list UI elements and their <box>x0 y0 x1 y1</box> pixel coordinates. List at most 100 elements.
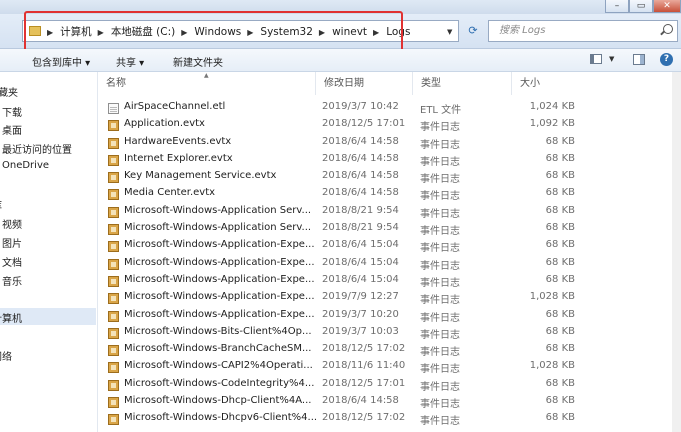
file-size: 68 KB <box>545 343 575 355</box>
file-type: 事件日志 <box>420 329 460 341</box>
file-type: 事件日志 <box>420 156 460 168</box>
file-modified-date: 2018/6/4 14:58 <box>322 152 399 164</box>
file-name: Microsoft-Windows-CAPI2%4Operati... <box>124 360 313 372</box>
file-modified-date: 2018/6/4 14:58 <box>322 187 399 199</box>
column-header-modified[interactable]: 修改日期 <box>316 72 413 95</box>
file-size: 68 KB <box>545 256 575 268</box>
view-options-icon[interactable] <box>590 54 602 64</box>
file-size: 68 KB <box>545 239 575 251</box>
search-icon[interactable] <box>663 24 673 34</box>
file-name: Microsoft-Windows-Bits-Client%4Op... <box>124 325 312 337</box>
event-log-icon <box>108 172 119 184</box>
nav-item-music[interactable]: 音乐 <box>2 273 22 288</box>
new-folder-button[interactable]: 新建文件夹 <box>173 54 223 69</box>
include-in-library-button[interactable]: 包含到库中 ▾ <box>32 54 90 69</box>
file-size: 68 KB <box>545 170 575 182</box>
file-size: 68 KB <box>545 204 575 216</box>
file-modified-date: 2019/7/9 12:27 <box>322 291 399 303</box>
file-row[interactable]: HardwareEvents.evtx 2018/6/4 14:58 事件日志 68 … <box>98 135 681 152</box>
file-name: AirSpaceChannel.etl <box>124 101 226 112</box>
nav-item-recent[interactable]: 最近访问的位置 <box>2 141 72 156</box>
file-modified-date: 2018/12/5 17:01 <box>322 377 406 389</box>
event-log-icon <box>108 345 119 357</box>
file-row[interactable]: Microsoft-Windows-Application-Expe... 201… <box>98 256 681 273</box>
maximize-button[interactable]: ▭ <box>629 0 653 13</box>
column-header-type[interactable]: 类型 <box>413 72 512 95</box>
event-log-icon <box>108 154 119 166</box>
file-row[interactable]: AirSpaceChannel.etl 2019/3/7 10:42 ETL 文件 1… <box>98 100 681 117</box>
file-name: Microsoft-Windows-Application Serv... <box>124 222 312 234</box>
file-modified-date: 2019/3/7 10:20 <box>322 308 399 320</box>
event-log-icon <box>108 206 119 218</box>
column-name-label: 名称 <box>106 78 126 89</box>
nav-item-documents[interactable]: 文档 <box>2 254 22 269</box>
file-name: Key Management Service.evtx <box>124 170 277 182</box>
file-size: 68 KB <box>545 308 575 320</box>
event-log-icon <box>108 224 119 236</box>
minimize-button[interactable]: – <box>605 0 629 13</box>
help-icon[interactable]: ? <box>660 53 673 66</box>
nav-item-libraries[interactable]: 库 <box>0 197 2 212</box>
file-size: 1,024 KB <box>529 101 575 112</box>
search-input[interactable]: 搜索 Logs <box>488 20 678 42</box>
file-modified-date: 2019/3/7 10:42 <box>322 101 399 112</box>
file-row[interactable]: Microsoft-Windows-Application-Expe... 201… <box>98 238 681 255</box>
file-size: 68 KB <box>545 152 575 164</box>
event-log-icon <box>108 275 119 287</box>
nav-item-favorites[interactable]: 收藏夹 <box>0 84 18 99</box>
address-dropdown-icon[interactable]: ▼ <box>447 28 452 36</box>
file-type: 事件日志 <box>420 226 460 238</box>
file-row[interactable]: Microsoft-Windows-Application Serv... 201… <box>98 204 681 221</box>
column-header-row: 名称 ▲ 修改日期 类型 大小 <box>98 72 681 95</box>
file-row[interactable]: Microsoft-Windows-CodeIntegrity%4... 2018… <box>98 377 681 394</box>
file-row[interactable]: Application.evtx 2018/12/5 17:01 事件日志 1,092… <box>98 117 681 134</box>
file-row[interactable]: Microsoft-Windows-Dhcpv6-Client%4... 2018… <box>98 411 681 428</box>
nav-item-videos[interactable]: 视频 <box>2 216 22 231</box>
file-size: 68 KB <box>545 135 575 147</box>
file-row[interactable]: Microsoft-Windows-Application-Expe... 201… <box>98 290 681 307</box>
navigation-pane: 收藏夹 下载 桌面 最近访问的位置 OneDrive 库 视频 图片 文档 音乐… <box>0 72 96 432</box>
file-modified-date: 2018/8/21 9:54 <box>322 204 399 216</box>
event-log-icon <box>108 120 119 132</box>
event-log-icon <box>108 379 119 391</box>
event-log-icon <box>108 310 119 322</box>
file-modified-date: 2018/12/5 17:02 <box>322 412 406 424</box>
nav-item-onedrive[interactable]: OneDrive <box>2 160 49 171</box>
view-dropdown-icon[interactable]: ▼ <box>609 55 614 63</box>
file-row[interactable]: Microsoft-Windows-Application-Expe... 201… <box>98 273 681 290</box>
column-size-label: 大小 <box>520 78 540 89</box>
search-placeholder: 搜索 Logs <box>499 25 546 36</box>
column-header-name[interactable]: 名称 ▲ <box>98 72 316 95</box>
file-row[interactable]: Key Management Service.evtx 2018/6/4 14:5… <box>98 169 681 186</box>
file-modified-date: 2018/6/4 14:58 <box>322 170 399 182</box>
vertical-scrollbar[interactable] <box>672 72 681 432</box>
file-row[interactable]: Microsoft-Windows-BranchCacheSM... 2018/1… <box>98 342 681 359</box>
nav-item-computer[interactable]: 计算机 <box>0 310 22 325</box>
file-row[interactable]: Microsoft-Windows-CAPI2%4Operati... 2018/… <box>98 359 681 376</box>
file-row[interactable]: Internet Explorer.evtx 2018/6/4 14:58 事件日志… <box>98 152 681 169</box>
nav-item-pictures[interactable]: 图片 <box>2 235 22 250</box>
preview-pane-icon[interactable] <box>633 54 645 65</box>
file-row[interactable]: Media Center.evtx 2018/6/4 14:58 事件日志 68 KB <box>98 186 681 203</box>
refresh-icon[interactable]: ⟳ <box>462 21 484 41</box>
file-row[interactable]: Microsoft-Windows-Application-Expe... 201… <box>98 308 681 325</box>
file-modified-date: 2018/6/4 14:58 <box>322 395 399 407</box>
file-row[interactable]: Microsoft-Windows-Bits-Client%4Op... 2019… <box>98 325 681 342</box>
sort-ascending-icon: ▲ <box>204 72 209 79</box>
nav-item-network[interactable]: 网络 <box>0 348 12 363</box>
nav-item-downloads[interactable]: 下载 <box>2 104 22 119</box>
nav-item-desktop[interactable]: 桌面 <box>2 122 22 137</box>
file-name: Microsoft-Windows-Dhcp-Client%4A... <box>124 395 312 407</box>
close-button[interactable]: ✕ <box>653 0 681 13</box>
column-header-size[interactable]: 大小 <box>512 72 581 95</box>
event-log-icon <box>108 397 119 409</box>
file-row[interactable]: Microsoft-Windows-Application Serv... 201… <box>98 221 681 238</box>
file-row[interactable]: Microsoft-Windows-Dhcp-Client%4A... 2018/… <box>98 394 681 411</box>
command-toolbar: 包含到库中 ▾ 共享 ▾ 新建文件夹 ▼ ? <box>0 49 681 72</box>
file-type: 事件日志 <box>420 416 460 428</box>
file-name: Microsoft-Windows-Application-Expe... <box>124 291 315 303</box>
file-modified-date: 2018/6/4 15:04 <box>322 256 399 268</box>
share-button[interactable]: 共享 ▾ <box>116 54 144 69</box>
file-size: 1,092 KB <box>529 118 575 130</box>
file-type: 事件日志 <box>420 347 460 359</box>
